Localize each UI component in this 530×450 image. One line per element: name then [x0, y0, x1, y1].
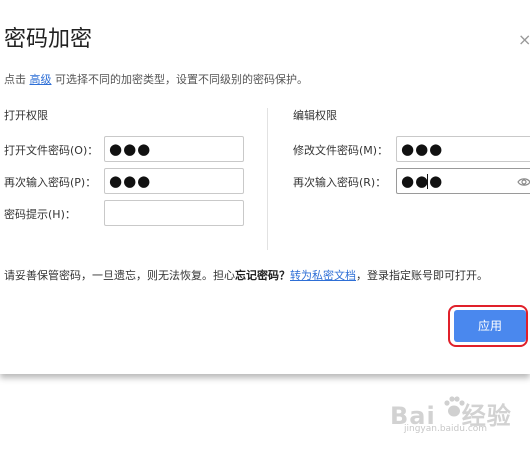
open-password-confirm-value: ●●●	[109, 172, 152, 190]
edit-password-confirm-input[interactable]: ●●●	[396, 168, 530, 194]
edit-password-label: 修改文件密码(M)：	[293, 144, 389, 157]
hint-suffix: 可选择不同的加密类型，设置不同级别的密码保护。	[55, 73, 308, 86]
edit-password-confirm-value: ●●●	[401, 172, 444, 190]
open-password-value: ●●●	[109, 140, 152, 158]
password-encryption-dialog: 密码加密 × 点击 高级 可选择不同的加密类型，设置不同级别的密码保护。 打开权…	[0, 0, 530, 374]
eye-icon[interactable]	[517, 176, 530, 188]
convert-private-doc-link[interactable]: 转为私密文档	[290, 269, 356, 282]
edit-password-value: ●●●	[401, 140, 444, 158]
text-caret	[427, 174, 428, 189]
dialog-title: 密码加密	[4, 27, 93, 52]
paw-icon	[444, 396, 465, 417]
watermark-url: jingyan.baidu.com	[404, 424, 488, 434]
hint-prefix: 点击	[4, 73, 26, 86]
password-hint-label: 密码提示(H)：	[4, 208, 76, 221]
open-password-confirm-input[interactable]: ●●●	[104, 168, 244, 194]
edit-password-confirm-label: 再次输入密码(R)：	[293, 176, 387, 189]
open-password-input[interactable]: ●●●	[104, 136, 244, 162]
notice-text: 请妥善保管密码，一旦遗忘，则无法恢复。担心忘记密码？转为私密文档，登录指定账号即…	[4, 268, 488, 284]
notice-text-1: 请妥善保管密码，一旦遗忘，则无法恢复。担心	[4, 269, 235, 282]
close-icon[interactable]: ×	[518, 30, 530, 50]
baidu-watermark: Bai 经验 jingyan.baidu.com	[390, 392, 520, 438]
section-divider	[267, 108, 268, 250]
apply-button[interactable]: 应用	[454, 310, 526, 342]
open-password-label: 打开文件密码(O)：	[4, 144, 99, 157]
edit-password-input[interactable]: ●●●	[396, 136, 530, 162]
notice-bold: 忘记密码？	[235, 269, 290, 282]
edit-permission-title: 编辑权限	[293, 109, 337, 122]
advanced-link[interactable]: 高级	[30, 73, 52, 86]
password-hint-input[interactable]	[104, 200, 244, 226]
open-permission-title: 打开权限	[4, 109, 48, 122]
notice-text-2: ，登录指定账号即可打开。	[356, 269, 488, 282]
hint-text: 点击 高级 可选择不同的加密类型，设置不同级别的密码保护。	[4, 72, 308, 88]
open-password-confirm-label: 再次输入密码(P)：	[4, 176, 97, 189]
